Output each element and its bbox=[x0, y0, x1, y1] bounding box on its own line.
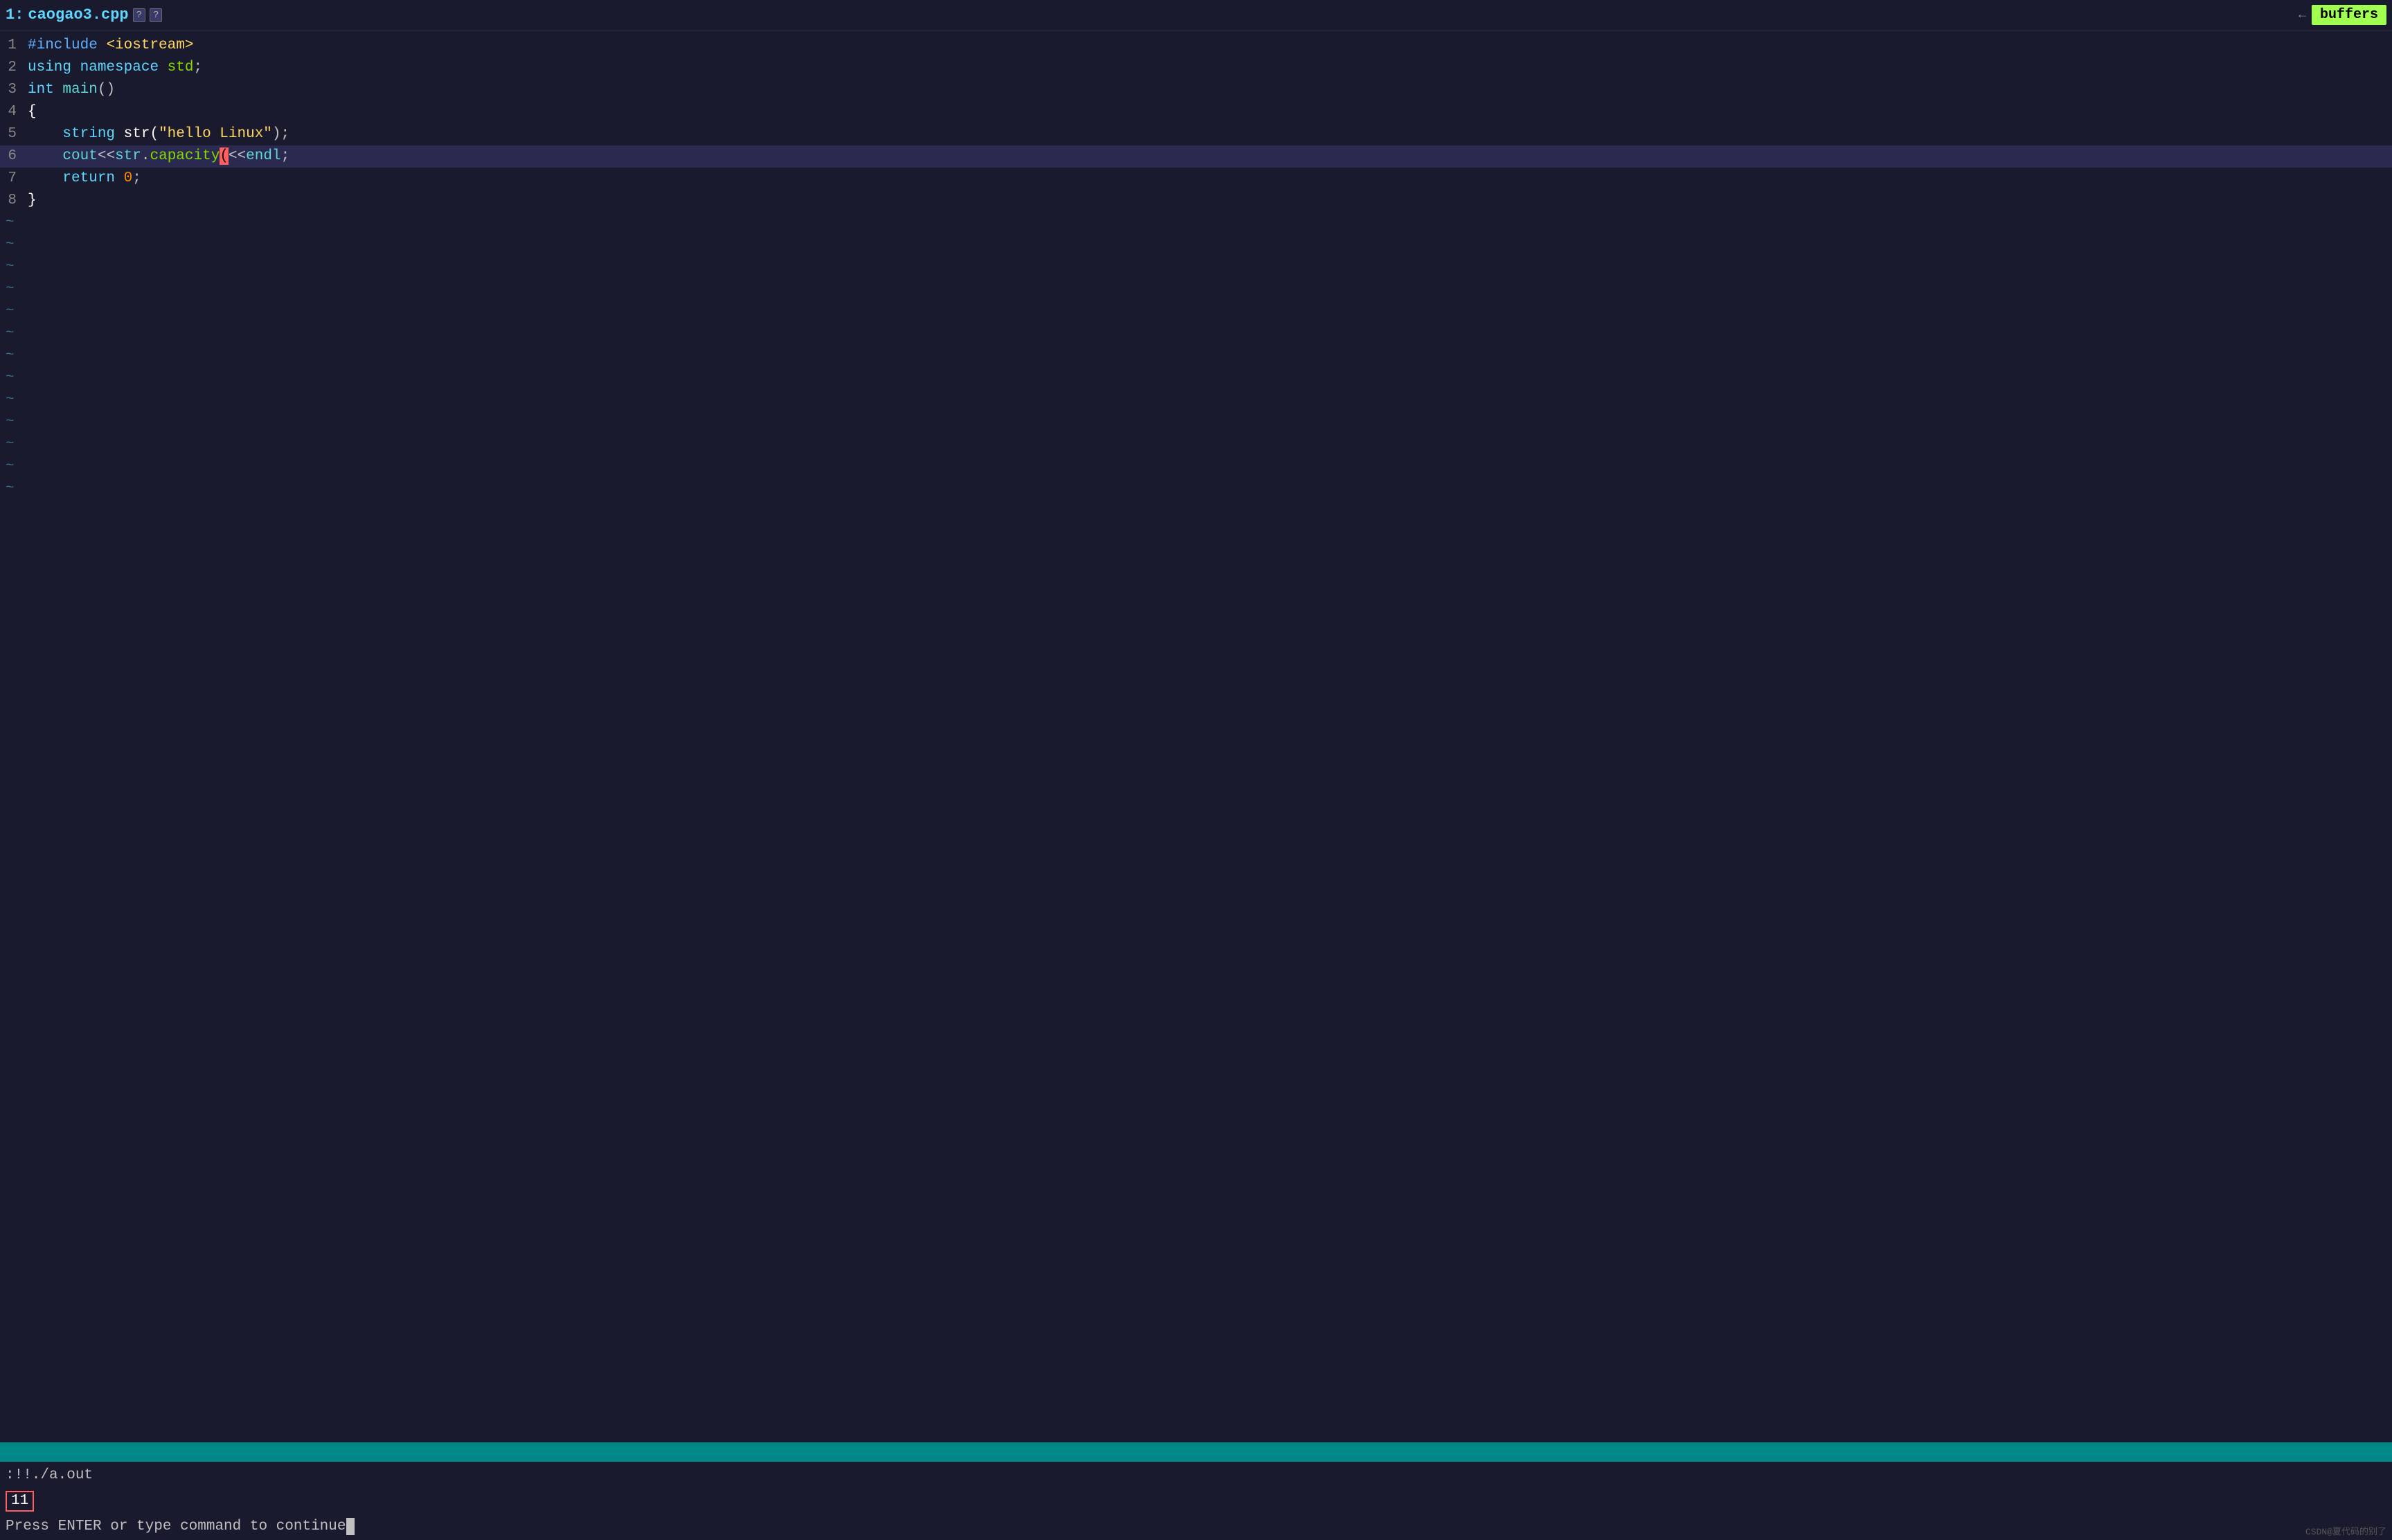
tilde-line: ~ bbox=[0, 345, 2392, 367]
line-number: 4 bbox=[0, 101, 28, 123]
press-line: Press ENTER or type command to continue bbox=[0, 1513, 2392, 1540]
watermark: CSDN@夏代码的别了 bbox=[2305, 1524, 2386, 1537]
tilde-line: ~ bbox=[0, 411, 2392, 433]
tilde-line: ~ bbox=[0, 323, 2392, 345]
line-number: 5 bbox=[0, 123, 28, 145]
output-line: 11 bbox=[0, 1489, 2392, 1513]
tilde-line: ~ bbox=[0, 389, 2392, 411]
line-content: } bbox=[28, 190, 2392, 212]
tab-icon-2: ? bbox=[150, 8, 162, 22]
line-number: 1 bbox=[0, 35, 28, 57]
tab-number: 1: bbox=[6, 6, 24, 24]
tab-filename[interactable]: caogao3.cpp bbox=[28, 6, 128, 24]
line-content: int main() bbox=[28, 79, 2392, 101]
cmd-line: :!!./a.out bbox=[0, 1462, 2392, 1489]
code-line: 6 cout<<str.capacity(<<endl; bbox=[0, 145, 2392, 168]
line-content: { bbox=[28, 101, 2392, 123]
line-content: return 0; bbox=[28, 168, 2392, 190]
tilde-line: ~ bbox=[0, 433, 2392, 456]
buffers-button[interactable]: buffers bbox=[2312, 5, 2386, 25]
buffers-arrow-icon: ← bbox=[2299, 8, 2306, 22]
tab-icon-1: ? bbox=[133, 8, 145, 22]
cmd-text: :!!./a.out bbox=[6, 1467, 93, 1483]
line-content: using namespace std; bbox=[28, 57, 2392, 79]
editor: 1#include <iostream>2using namespace std… bbox=[0, 30, 2392, 1540]
tab-left: 1: caogao3.cpp ? ? bbox=[6, 6, 162, 24]
cmd-area: :!!./a.out 11 Press ENTER or type comman… bbox=[0, 1462, 2392, 1540]
code-line: 2using namespace std; bbox=[0, 57, 2392, 79]
code-line: 5 string str("hello Linux"); bbox=[0, 123, 2392, 145]
line-content: string str("hello Linux"); bbox=[28, 123, 2392, 145]
line-number: 6 bbox=[0, 145, 28, 168]
tilde-line: ~ bbox=[0, 478, 2392, 500]
line-content: cout<<str.capacity(<<endl; bbox=[28, 145, 2392, 168]
press-text: Press ENTER or type command to continue bbox=[6, 1516, 346, 1538]
code-line: 4{ bbox=[0, 101, 2392, 123]
line-number: 3 bbox=[0, 79, 28, 101]
line-content: #include <iostream> bbox=[28, 35, 2392, 57]
tilde-line: ~ bbox=[0, 212, 2392, 234]
line-number: 2 bbox=[0, 57, 28, 79]
tilde-line: ~ bbox=[0, 234, 2392, 256]
line-number: 7 bbox=[0, 168, 28, 190]
code-line: 3int main() bbox=[0, 79, 2392, 101]
tilde-line: ~ bbox=[0, 456, 2392, 478]
tilde-line: ~ bbox=[0, 301, 2392, 323]
tab-bar: 1: caogao3.cpp ? ? ← buffers bbox=[0, 0, 2392, 30]
tilde-line: ~ bbox=[0, 278, 2392, 301]
code-line: 8} bbox=[0, 190, 2392, 212]
tab-right: ← buffers bbox=[2299, 5, 2386, 25]
tilde-line: ~ bbox=[0, 256, 2392, 278]
code-area[interactable]: 1#include <iostream>2using namespace std… bbox=[0, 30, 2392, 1442]
line-number: 8 bbox=[0, 190, 28, 212]
cursor bbox=[346, 1518, 355, 1535]
code-line: 1#include <iostream> bbox=[0, 35, 2392, 57]
status-bar bbox=[0, 1442, 2392, 1462]
output-value: 11 bbox=[6, 1491, 34, 1512]
tilde-line: ~ bbox=[0, 367, 2392, 389]
code-line: 7 return 0; bbox=[0, 168, 2392, 190]
